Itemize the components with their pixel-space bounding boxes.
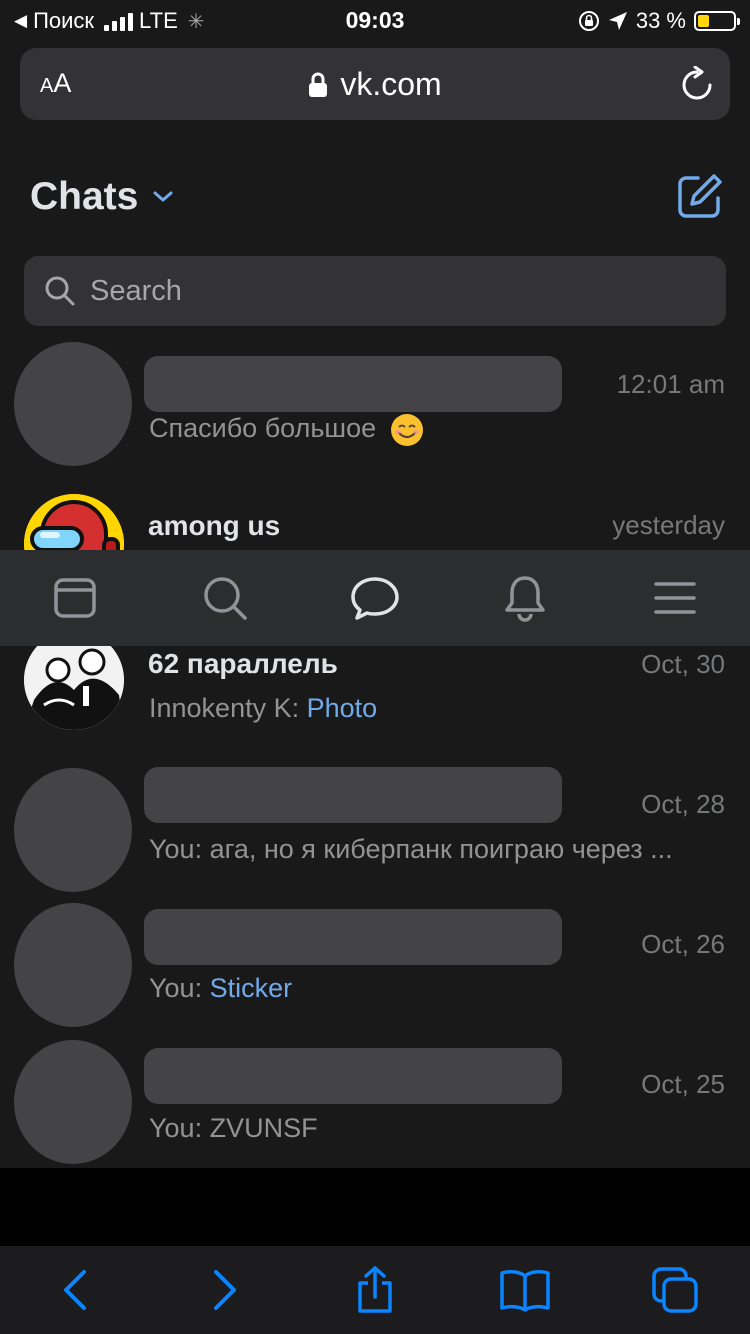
avatar [14, 768, 132, 892]
safari-toolbar [0, 1246, 750, 1334]
address-display[interactable]: vk.com [20, 66, 730, 103]
browse-icon [54, 578, 96, 618]
battery-percent: 33 % [635, 8, 686, 33]
chat-time: yesterday [612, 510, 725, 540]
compose-icon[interactable] [676, 172, 724, 220]
bookmarks-icon [500, 1270, 550, 1312]
back-button[interactable] [45, 1260, 105, 1320]
chat-time: Oct, 26 [641, 929, 725, 959]
vk-tab-bar [0, 550, 750, 646]
chat-last-message: Спасибо большое [149, 413, 719, 447]
chat-name-redacted [144, 767, 562, 823]
back-icon [64, 1270, 86, 1310]
avatar [14, 903, 132, 1027]
smiling-face-icon [390, 414, 423, 446]
chat-time: 12:01 am [616, 369, 725, 399]
chat-last-message: Innokenty K: Photo [149, 693, 719, 724]
message-text: Спасибо большое [149, 413, 377, 444]
chat-time: Oct, 30 [641, 649, 725, 679]
avatar [14, 1040, 132, 1164]
lock-icon [309, 72, 328, 97]
menu-icon [654, 582, 696, 614]
address-bar[interactable]: AA vk.com [20, 48, 730, 120]
message-sender: Innokenty K: [149, 693, 300, 723]
forward-icon [214, 1270, 236, 1310]
chat-last-message: You: ага, но я киберпанк поиграю через .… [149, 834, 673, 864]
messages-icon [351, 577, 399, 620]
chats-title-dropdown[interactable]: Chats [30, 175, 174, 219]
share-button[interactable] [345, 1260, 405, 1320]
chat-item[interactable]: Oct, 25 You: ZVUNSF [0, 1040, 750, 1168]
chat-last-message: You: ZVUNSF [149, 1113, 318, 1143]
search-input[interactable] [90, 268, 690, 314]
chat-time: Oct, 25 [641, 1069, 725, 1099]
domain-text: vk.com [340, 66, 442, 102]
chat-name: 62 параллель [148, 648, 338, 679]
status-bar-right: 33 % [578, 8, 740, 34]
chat-item[interactable]: Oct, 28 You: ага, но я киберпанк поиграю… [0, 760, 750, 900]
tab-menu[interactable] [645, 568, 705, 628]
chat-item[interactable]: 12:01 am Спасибо большое [0, 340, 750, 470]
bookmarks-button[interactable] [495, 1260, 555, 1320]
message-attachment: Sticker [209, 973, 293, 1003]
notifications-icon [505, 576, 545, 622]
tab-messages[interactable] [345, 568, 405, 628]
empty-area [0, 1168, 750, 1248]
chat-name: among us [148, 510, 281, 541]
chat-name-redacted [144, 1048, 562, 1104]
reload-icon[interactable] [680, 66, 714, 102]
share-icon [358, 1266, 392, 1313]
search-icon [45, 276, 75, 306]
forward-button[interactable] [195, 1260, 255, 1320]
chat-time: Oct, 28 [641, 789, 725, 819]
tabs-button[interactable] [645, 1260, 705, 1320]
search-icon [204, 577, 247, 620]
chat-last-message: You: Sticker [149, 973, 719, 1004]
search-box[interactable] [24, 256, 726, 326]
tab-browse[interactable] [45, 568, 105, 628]
chat-name-redacted [144, 909, 562, 965]
status-bar: ◀ Поиск LTE ✳ 09:03 33 % [0, 0, 750, 40]
orientation-lock-icon [578, 11, 599, 31]
message-attachment: Photo [306, 693, 378, 723]
chat-list: 12:01 am Спасибо большое among us yester… [0, 340, 750, 1168]
location-icon [608, 12, 627, 30]
page-title: Chats [30, 175, 139, 218]
chevron-down-icon [153, 191, 173, 202]
battery-level [698, 15, 710, 27]
chat-name-redacted [144, 356, 562, 412]
avatar [14, 342, 132, 466]
tab-search[interactable] [195, 568, 255, 628]
tab-notifications[interactable] [495, 568, 555, 628]
chat-item[interactable]: Oct, 26 You: Sticker [0, 900, 750, 1040]
battery-icon [694, 11, 740, 31]
tabs-icon [652, 1267, 698, 1313]
message-sender: You: [149, 973, 203, 1003]
